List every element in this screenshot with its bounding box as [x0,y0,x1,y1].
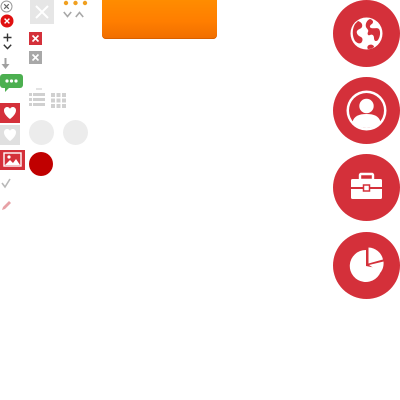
close-small-grey-icon[interactable] [29,51,42,64]
user-profile-icon [346,90,387,131]
plus-icon[interactable] [3,33,12,42]
heart-red-icon[interactable] [0,103,20,123]
pencil-icon[interactable] [1,200,12,211]
grid-view-icon[interactable] [51,93,66,108]
checkmark-icon[interactable] [1,178,11,189]
user-profile-button[interactable] [333,77,400,144]
briefcase-button[interactable] [333,154,400,221]
briefcase-icon [351,172,382,199]
chevron-down-grey-icon[interactable] [63,11,72,18]
pie-chart-button[interactable] [333,232,400,299]
grey-disc-icon [29,120,54,145]
arrow-down-icon[interactable] [1,58,10,70]
close-circle-red-icon[interactable] [0,14,14,28]
orange-button[interactable] [102,0,217,39]
chat-bubble-icon[interactable] [0,74,23,92]
dots-icon[interactable] [63,0,89,6]
list-view-icon[interactable] [29,88,45,108]
grey-disc-icon [63,120,88,145]
heart-grey-icon[interactable] [0,125,20,145]
close-small-red-icon[interactable] [29,32,42,45]
globe-button[interactable] [333,0,400,67]
chevron-down-icon[interactable] [3,44,12,50]
chevron-up-grey-icon[interactable] [75,11,84,18]
pie-chart-icon [349,247,384,282]
close-circle-outline-icon[interactable] [0,0,13,13]
image-icon[interactable] [0,150,25,170]
globe-icon [350,17,383,50]
red-dot-icon [29,152,53,176]
close-tile-icon[interactable] [30,0,54,24]
